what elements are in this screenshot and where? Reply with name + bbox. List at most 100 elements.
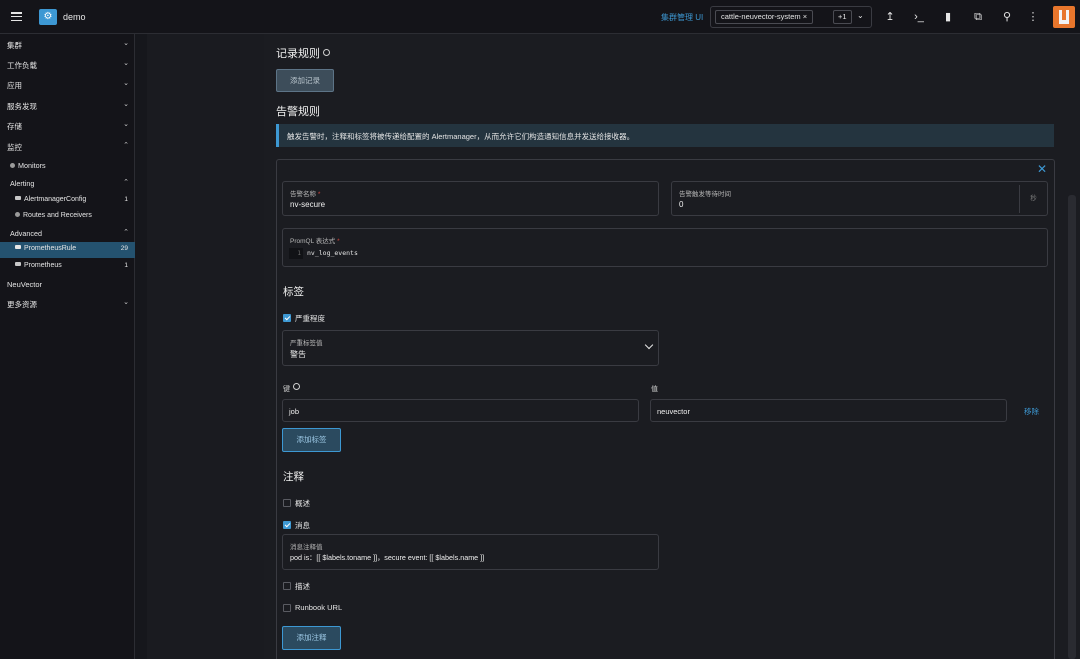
promql-code-line[interactable]: 1 nv_log_events xyxy=(289,248,361,259)
sidebar-item-advanced[interactable]: Advanced ⌃ xyxy=(0,226,135,242)
sidebar-item-label: 监控 xyxy=(7,143,22,152)
scrollbar[interactable] xyxy=(1068,195,1076,659)
content-gutter-inner xyxy=(147,34,264,659)
promql-field[interactable]: PromQL 表达式 * xyxy=(282,228,1048,267)
more-vertical-icon[interactable]: ⋮ xyxy=(1026,10,1040,24)
sidebar-item-alerting[interactable]: Alerting ⌃ xyxy=(0,176,135,192)
sidebar-item-apps[interactable]: 应用 ⌄ xyxy=(0,77,135,93)
checkbox-checked-icon[interactable] xyxy=(283,314,291,322)
menu-icon[interactable] xyxy=(11,12,22,21)
folder-icon xyxy=(15,245,21,249)
top-bar: ⚙ demo 集群管理 UI cattle-neuvector-system ×… xyxy=(0,0,1080,34)
severity-checkbox[interactable]: 严重程度 xyxy=(283,313,343,323)
alert-name-field[interactable]: 告警名称 * nv-secure xyxy=(282,181,659,216)
alert-rules-title: 告警规则 xyxy=(276,106,320,118)
bullet-icon xyxy=(15,212,20,217)
required-marker: * xyxy=(337,238,340,245)
chevron-down-icon[interactable]: ⌄ xyxy=(857,11,864,20)
severity-select[interactable]: 严重标签值 警告 xyxy=(282,330,659,366)
sidebar-item-label: 集群 xyxy=(7,41,22,50)
sidebar-item-monitors[interactable]: Monitors xyxy=(0,158,135,174)
close-icon[interactable]: ✕ xyxy=(1037,162,1047,176)
search-icon[interactable]: ⚲ xyxy=(1000,10,1014,24)
chevron-up-icon: ⌃ xyxy=(123,179,129,186)
sidebar-item-neuvector[interactable]: NeuVector xyxy=(0,277,135,293)
alert-name-label-text: 告警名称 xyxy=(290,191,316,198)
copy-icon[interactable]: ⧉ xyxy=(971,10,985,24)
value-label: 值 xyxy=(651,386,658,393)
add-label-button[interactable]: 添加标签 xyxy=(282,428,341,452)
sidebar-item-count: 1 xyxy=(124,262,128,269)
avatar[interactable] xyxy=(1053,6,1075,28)
sidebar-item-label: Alerting xyxy=(10,179,35,188)
wait-time-label: 告警触发等待时间 xyxy=(679,191,731,198)
sidebar-item-prometheus[interactable]: Prometheus 1 xyxy=(0,259,135,275)
message-annotation-value: pod is：[[ $labels.toname ]]，secure event… xyxy=(290,553,485,562)
chevron-down-icon: ⌄ xyxy=(123,299,129,306)
promql-code: nv_log_events xyxy=(307,249,358,257)
sidebar: 集群 ⌄ 工作负载 ⌄ 应用 ⌄ 服务发现 ⌄ 存储 ⌄ 监控 ⌃ Monito… xyxy=(0,34,135,659)
sidebar-item-cluster[interactable]: 集群 ⌄ xyxy=(0,37,135,53)
label-key-input[interactable]: job xyxy=(282,399,639,422)
sidebar-item-monitoring[interactable]: 监控 ⌃ xyxy=(0,139,135,155)
sidebar-item-text: AlertmanagerConfig xyxy=(24,196,87,203)
sidebar-item-count: 1 xyxy=(124,196,128,203)
checkbox-unchecked-icon[interactable] xyxy=(283,499,291,507)
wait-time-unit: 秒 xyxy=(1019,185,1047,213)
alert-name-label: 告警名称 * xyxy=(290,188,320,198)
chevron-down-icon[interactable] xyxy=(644,340,654,350)
chevron-down-icon: ⌄ xyxy=(123,80,129,87)
sidebar-item-prometheusrule[interactable]: PrometheusRule 29 xyxy=(0,242,135,258)
namespace-chip[interactable]: cattle-neuvector-system × xyxy=(715,10,814,24)
sidebar-item-label: Prometheus xyxy=(15,262,62,269)
cluster-management-link[interactable]: 集群管理 UI xyxy=(661,12,703,23)
sidebar-item-label: Advanced xyxy=(10,229,42,238)
info-icon[interactable] xyxy=(293,383,300,390)
sidebar-item-label: AlertmanagerConfig xyxy=(15,196,86,203)
sidebar-item-label: 存储 xyxy=(7,122,22,131)
namespace-filter[interactable]: cattle-neuvector-system × +1 ⌄ xyxy=(710,6,872,28)
message-checkbox-label: 消息 xyxy=(295,521,310,530)
chevron-up-icon: ⌃ xyxy=(123,229,129,236)
add-annotation-button[interactable]: 添加注释 xyxy=(282,626,341,650)
label-value-input[interactable]: neuvector xyxy=(650,399,1007,422)
promql-label: PromQL 表达式 * xyxy=(290,235,340,245)
summary-checkbox[interactable]: 概述 xyxy=(283,498,343,508)
add-record-button[interactable]: 添加记录 xyxy=(276,69,334,92)
info-icon[interactable] xyxy=(323,49,330,56)
sidebar-item-alertmanagerconfig[interactable]: AlertmanagerConfig 1 xyxy=(0,193,135,209)
description-checkbox-label: 描述 xyxy=(295,582,310,591)
sidebar-item-workloads[interactable]: 工作负载 ⌄ xyxy=(0,57,135,73)
sidebar-item-text: Prometheus xyxy=(24,262,62,269)
checkbox-checked-icon[interactable] xyxy=(283,521,291,529)
checkbox-unchecked-icon[interactable] xyxy=(283,604,291,612)
wait-time-field[interactable]: 告警触发等待时间 0 秒 xyxy=(671,181,1048,216)
severity-select-label: 严重标签值 xyxy=(290,340,323,347)
runbook-checkbox[interactable]: Runbook URL xyxy=(283,603,363,613)
wait-time-value: 0 xyxy=(679,200,684,209)
sidebar-item-more-resources[interactable]: 更多资源 ⌄ xyxy=(0,296,135,312)
file-icon[interactable]: ▮ xyxy=(941,10,955,24)
sidebar-item-label: PrometheusRule xyxy=(15,245,76,252)
labels-title: 标签 xyxy=(283,286,304,298)
sidebar-item-service-discovery[interactable]: 服务发现 ⌄ xyxy=(0,98,135,114)
sidebar-item-storage[interactable]: 存储 ⌄ xyxy=(0,118,135,134)
sidebar-item-text: Routes and Receivers xyxy=(23,212,92,219)
runbook-checkbox-label: Runbook URL xyxy=(295,603,343,612)
upload-icon[interactable]: ↥ xyxy=(883,10,897,24)
chevron-down-icon: ⌄ xyxy=(123,40,129,47)
description-checkbox[interactable]: 描述 xyxy=(283,581,343,591)
checkbox-unchecked-icon[interactable] xyxy=(283,582,291,590)
chevron-down-icon: ⌄ xyxy=(123,121,129,128)
message-annotation-field[interactable]: 消息注释值 pod is：[[ $labels.toname ]]，secure… xyxy=(282,534,659,570)
record-rules-title-text: 记录规则 xyxy=(276,48,320,60)
sidebar-item-label: 服务发现 xyxy=(7,102,37,111)
sidebar-item-routes-receivers[interactable]: Routes and Receivers xyxy=(0,209,135,225)
alert-name-value: nv-secure xyxy=(290,200,326,209)
remove-label-button[interactable]: 移除 xyxy=(1024,406,1039,417)
kubectl-shell-icon[interactable]: ›_ xyxy=(912,10,926,24)
message-checkbox[interactable]: 消息 xyxy=(283,520,343,530)
sidebar-item-label: 应用 xyxy=(7,81,22,90)
chevron-down-icon: ⌄ xyxy=(123,60,129,67)
severity-select-value: 警告 xyxy=(290,350,306,359)
